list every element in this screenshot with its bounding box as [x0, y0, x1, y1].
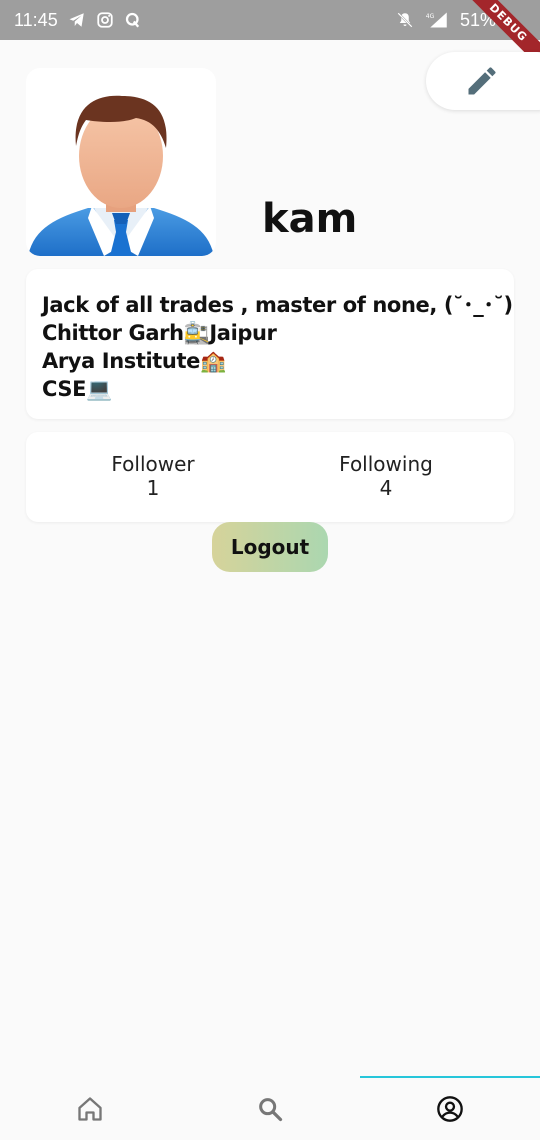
status-left: 11:45	[14, 10, 142, 31]
follower-count: 1	[146, 476, 160, 500]
logout-button[interactable]: Logout	[212, 522, 328, 572]
home-icon	[78, 1097, 102, 1121]
q-icon	[124, 11, 142, 29]
nav-search[interactable]	[255, 1094, 285, 1124]
following-label: Following	[339, 452, 433, 476]
nav-active-indicator	[360, 1076, 540, 1078]
status-bar: 11:45 4G 51% DEBUG	[0, 0, 540, 72]
telegram-icon	[68, 11, 86, 29]
instagram-icon	[96, 11, 114, 29]
bottom-nav	[0, 1076, 540, 1140]
mute-icon	[396, 11, 414, 29]
nav-home[interactable]	[75, 1094, 105, 1124]
profile-screen: 11:45 4G 51% DEBUG kam Jack of all trade…	[0, 0, 540, 1140]
pencil-icon	[468, 67, 496, 95]
search-icon	[259, 1098, 283, 1122]
bio-line: Jack of all trades , master of none, (˘･…	[42, 293, 513, 317]
following-stat[interactable]: Following 4	[306, 452, 466, 500]
username: kam	[262, 196, 358, 242]
nav-profile[interactable]	[435, 1094, 465, 1124]
edit-profile-button[interactable]	[426, 52, 540, 110]
profile-icon	[437, 1096, 463, 1122]
follower-stat[interactable]: Follower 1	[73, 452, 233, 500]
bio-line: Arya Institute🏫	[42, 349, 226, 373]
avatar	[26, 68, 216, 256]
follower-label: Follower	[111, 452, 195, 476]
following-count: 4	[379, 476, 393, 500]
bio-card: Jack of all trades , master of none, (˘･…	[26, 269, 514, 419]
status-time: 11:45	[14, 9, 58, 30]
bio-line: Chittor Garh🚉Jaipur	[42, 321, 277, 345]
signal-icon: 4G	[422, 11, 452, 29]
user-avatar-icon	[28, 95, 214, 256]
bio-line: CSE💻	[42, 377, 112, 401]
network-type: 4G	[426, 13, 435, 20]
stats-card: Follower 1 Following 4	[26, 432, 514, 522]
